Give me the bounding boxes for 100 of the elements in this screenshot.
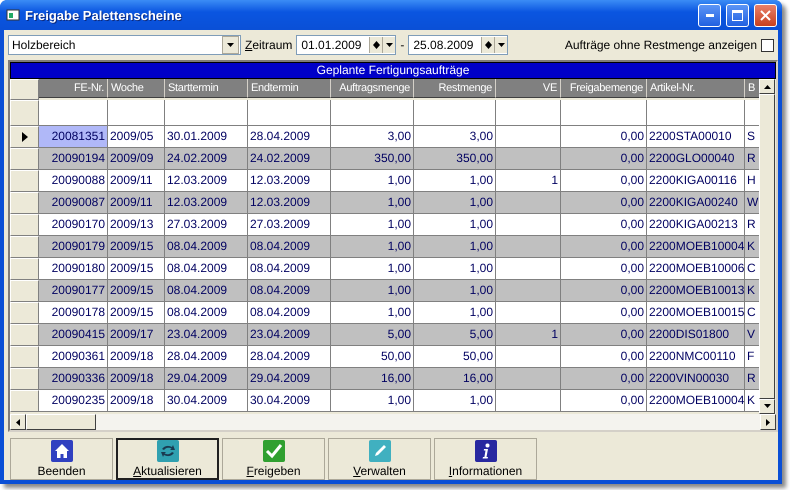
column-header[interactable]: B: [745, 79, 759, 98]
column-header[interactable]: Freigabemenge: [561, 79, 647, 98]
table-cell: H: [745, 170, 759, 192]
column-header[interactable]: Restmenge: [414, 79, 496, 98]
minimize-icon: [706, 14, 714, 16]
table-cell: R: [745, 148, 759, 170]
table-cell: 2200MOEB10006: [647, 258, 745, 280]
filter-cell[interactable]: [165, 100, 248, 126]
option-label: Aufträge ohne Restmenge anzeigen: [564, 38, 757, 52]
table-cell: 1,00: [414, 258, 496, 280]
table-cell: 24.02.2009: [165, 148, 248, 170]
column-header[interactable]: Woche: [108, 79, 165, 98]
down-arrow-icon: [764, 404, 770, 408]
toolbar-button[interactable]: Informationen: [434, 438, 537, 480]
table-cell: C: [745, 258, 759, 280]
toolbar-button[interactable]: Freigeben: [222, 438, 325, 480]
filter-cell[interactable]: [745, 100, 759, 126]
table-cell: 2200VIN00030: [647, 368, 745, 390]
filter-cell[interactable]: [39, 100, 108, 126]
maximize-icon: [732, 10, 743, 20]
table-cell: 2009/13: [108, 214, 165, 236]
filter-cell[interactable]: [248, 100, 331, 126]
column-header[interactable]: Starttermin: [165, 79, 248, 98]
option-checkbox[interactable]: [761, 38, 774, 52]
table-cell: 20090361: [39, 346, 108, 368]
table-cell: 20090170: [39, 214, 108, 236]
area-dropdown[interactable]: Holzbereich: [8, 35, 241, 55]
table-cell: 1,00: [331, 302, 414, 324]
table-cell: 29.04.2009: [248, 368, 331, 390]
table-cell: 16,00: [414, 368, 496, 390]
table-cell: W: [745, 192, 759, 214]
table-cell: 0,00: [561, 258, 647, 280]
table-cell: 2009/11: [108, 170, 165, 192]
table-cell: 20081351: [39, 126, 108, 148]
table-cell: 0,00: [561, 390, 647, 412]
spin-icon[interactable]: [369, 37, 382, 53]
table-cell: [496, 214, 561, 236]
table-cell: 20090415: [39, 324, 108, 346]
table-cell: R: [745, 214, 759, 236]
minimize-button[interactable]: [698, 4, 721, 26]
table-cell: 0,00: [561, 126, 647, 148]
table-cell: 0,00: [561, 302, 647, 324]
table-cell: 0,00: [561, 368, 647, 390]
horizontal-scrollbar[interactable]: [10, 414, 776, 430]
refresh-icon: [156, 440, 178, 462]
filter-cell[interactable]: [561, 100, 647, 126]
filter-cell[interactable]: [331, 100, 414, 126]
table-cell: [496, 126, 561, 148]
filter-cell[interactable]: [414, 100, 496, 126]
house-icon: [50, 440, 72, 462]
toolbar-button[interactable]: Beenden: [10, 438, 113, 480]
table-cell: 30.04.2009: [248, 390, 331, 412]
table-cell: S: [745, 126, 759, 148]
table-cell: 08.04.2009: [165, 302, 248, 324]
column-header[interactable]: Artikel-Nr.: [647, 79, 745, 98]
column-header[interactable]: Endtermin: [248, 79, 331, 98]
table-cell: 20090177: [39, 280, 108, 302]
date-from-field[interactable]: 01.01.2009: [296, 35, 396, 55]
toolbar-button[interactable]: Verwalten: [328, 438, 431, 480]
column-header[interactable]: FE-Nr.: [39, 79, 108, 98]
date-to-field[interactable]: 25.08.2009: [408, 35, 508, 55]
up-arrow-icon: [764, 84, 770, 89]
table-cell: 20090336: [39, 368, 108, 390]
table-cell: 5,00: [331, 324, 414, 346]
table-cell: 20090194: [39, 148, 108, 170]
filter-cell[interactable]: [647, 100, 745, 126]
checkmark-icon: [262, 440, 284, 462]
maximize-button[interactable]: [726, 4, 749, 26]
table-cell: 2200KIGA00213: [647, 214, 745, 236]
table-cell: [496, 280, 561, 302]
table-cell: C: [745, 302, 759, 324]
table-cell: [496, 236, 561, 258]
table-cell: [496, 192, 561, 214]
table-cell: 2009/18: [108, 368, 165, 390]
filter-cell[interactable]: [108, 100, 165, 126]
row-header[interactable]: [10, 126, 39, 148]
table-cell: R: [745, 368, 759, 390]
table-cell: 2009/18: [108, 390, 165, 412]
table-cell: 16,00: [331, 368, 414, 390]
app-icon: [6, 8, 20, 22]
right-arrow-icon: [766, 418, 770, 426]
column-header[interactable]: VE: [496, 79, 561, 98]
toolbar-button[interactable]: Aktualisieren: [116, 438, 219, 480]
table-cell: 2200NMC00110: [647, 346, 745, 368]
table-cell: 12.03.2009: [165, 170, 248, 192]
table-cell: 1,00: [414, 170, 496, 192]
spin-icon[interactable]: [481, 37, 494, 53]
scroll-thumb[interactable]: [26, 414, 96, 430]
table-cell: 2200MOEB10015: [647, 302, 745, 324]
table-cell: 2200STA00010: [647, 126, 745, 148]
filter-cell[interactable]: [496, 100, 561, 126]
table-cell: 08.04.2009: [248, 258, 331, 280]
table-cell: K: [745, 280, 759, 302]
table-cell: [496, 390, 561, 412]
table-cell: 1,00: [331, 170, 414, 192]
column-header[interactable]: Auftragsmenge: [331, 79, 414, 98]
table-cell: 1,00: [331, 236, 414, 258]
table-cell: V: [745, 324, 759, 346]
close-icon: [760, 10, 771, 20]
close-button[interactable]: [754, 4, 777, 26]
